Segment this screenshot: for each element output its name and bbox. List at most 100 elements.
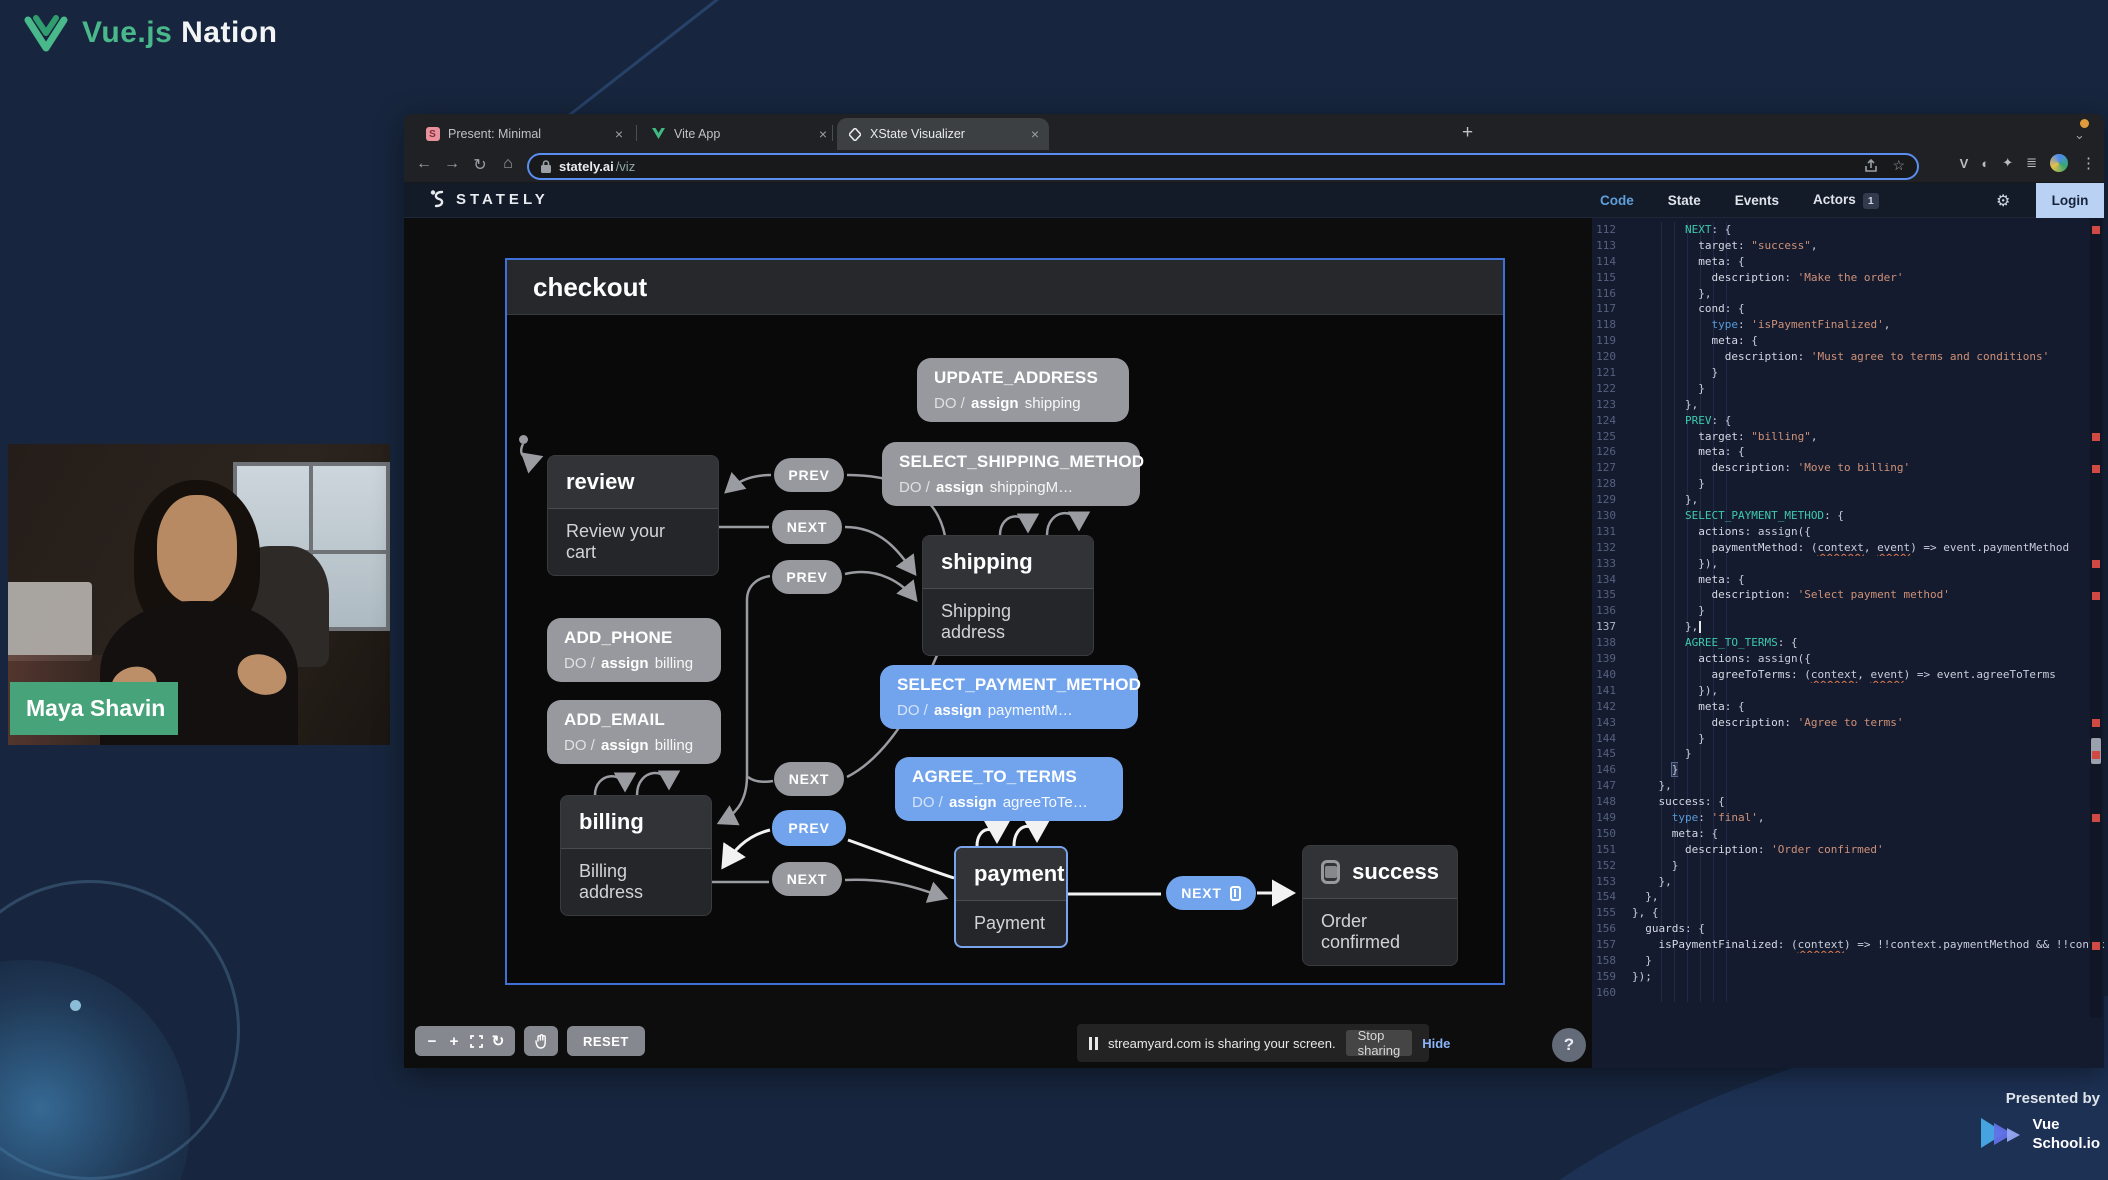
- share-message: streamyard.com is sharing your screen.: [1108, 1035, 1336, 1051]
- pill-prev-payment-to-billing[interactable]: PREV: [772, 810, 846, 846]
- brand-vue: Vue.js: [82, 16, 173, 49]
- event-add-email[interactable]: ADD_EMAIL DO / assign billing: [547, 700, 721, 764]
- do-label: DO /: [912, 794, 943, 811]
- pill-next-review-to-shipping[interactable]: NEXT: [772, 510, 842, 544]
- tab-state[interactable]: State: [1668, 193, 1701, 208]
- new-tab-button[interactable]: +: [1462, 122, 1473, 144]
- assign-label: assign: [601, 655, 649, 672]
- code-lines[interactable]: 112 NEXT: {113 target: "success", 114 met…: [1592, 222, 2104, 1001]
- url-path: /viz: [615, 159, 636, 174]
- actors-count-badge: 1: [1862, 193, 1879, 209]
- event-select-shipping-method[interactable]: SELECT_SHIPPING_METHOD DO / assign shipp…: [882, 442, 1145, 506]
- profile-avatar[interactable]: [2050, 154, 2068, 172]
- vue-devtools-icon[interactable]: V: [1960, 156, 1969, 171]
- code-line: 149 type: 'final',: [1596, 810, 1765, 824]
- code-line: 115 description: 'Make the order': [1596, 270, 1904, 284]
- stop-sharing-button[interactable]: Stop sharing: [1345, 1028, 1413, 1058]
- state-review[interactable]: review Review your cart: [547, 455, 719, 576]
- speaker-name-label: Maya Shavin: [10, 682, 178, 735]
- tab-code[interactable]: Code: [1600, 193, 1634, 208]
- bookmark-star-icon[interactable]: ☆: [1892, 157, 1905, 174]
- extension-icons: V ◐ ✦ ≣ ⋮: [1960, 154, 2096, 172]
- back-icon[interactable]: ←: [412, 155, 436, 173]
- speaker-face: [156, 495, 238, 604]
- zoom-out-button[interactable]: −: [421, 1026, 443, 1056]
- vue-school-logo-icon: [1980, 1117, 2023, 1151]
- reading-list-icon[interactable]: ≣: [2026, 155, 2037, 171]
- event-add-phone[interactable]: ADD_PHONE DO / assign billing: [547, 618, 721, 682]
- code-line: 131 actions: assign({: [1596, 524, 1811, 538]
- stately-nav: Code State Events Actors 1: [1600, 183, 1879, 218]
- reset-button[interactable]: RESET: [567, 1026, 645, 1056]
- tab-actors[interactable]: Actors 1: [1813, 192, 1879, 209]
- code-line: 159});: [1596, 969, 1652, 983]
- gear-icon[interactable]: ⚙: [1996, 191, 2010, 211]
- zoom-in-button[interactable]: +: [443, 1026, 465, 1056]
- browser-window: S Present: Minimal × Vite App × XState V…: [404, 114, 2104, 1068]
- event-name: SELECT_SHIPPING_METHOD: [899, 452, 1145, 471]
- event-name: SELECT_PAYMENT_METHOD: [897, 675, 1142, 694]
- tab-close-icon[interactable]: ×: [1023, 126, 1039, 142]
- reload-icon[interactable]: ↻: [468, 155, 492, 175]
- state-payment[interactable]: payment Payment: [954, 846, 1068, 948]
- assign-label: assign: [949, 794, 997, 811]
- pill-next-billing-to-payment[interactable]: NEXT: [772, 862, 842, 896]
- extension-icon[interactable]: ◐: [1981, 156, 1989, 171]
- machine-title-bar[interactable]: checkout: [507, 260, 1503, 315]
- tab-xstate-visualizer[interactable]: XState Visualizer ×: [837, 118, 1049, 150]
- code-line: 123 },: [1596, 397, 1699, 411]
- tab-vite-app[interactable]: Vite App ×: [641, 118, 837, 150]
- address-bar[interactable]: stately.ai /viz ☆: [527, 153, 1919, 180]
- code-line: 147 },: [1596, 779, 1672, 793]
- pan-hand-button[interactable]: [524, 1026, 558, 1056]
- share-icon[interactable]: [1864, 158, 1878, 173]
- browser-menu-icon[interactable]: ⋮: [2081, 154, 2096, 172]
- state-success[interactable]: success Order confirmed: [1302, 845, 1458, 966]
- event-agree-to-terms[interactable]: AGREE_TO_TERMS DO / assign agreeToTe…: [895, 757, 1123, 821]
- error-mark: [2092, 941, 2100, 950]
- stop-sharing-label: Stop sharing: [1357, 1028, 1401, 1058]
- pill-next-shipping-to-billing[interactable]: NEXT: [774, 762, 844, 796]
- tab-close-icon[interactable]: ×: [811, 126, 827, 142]
- slides-favicon: S: [425, 127, 440, 141]
- pill-label: NEXT: [788, 771, 830, 787]
- code-editor-panel[interactable]: 112 NEXT: {113 target: "success", 114 met…: [1592, 218, 2104, 1068]
- hide-toast-button[interactable]: Hide: [1422, 1036, 1450, 1051]
- brand-nation: Nation: [181, 16, 278, 49]
- pill-next-payment-to-success[interactable]: NEXT: [1166, 876, 1256, 910]
- stately-logo-text: STATELY: [456, 190, 549, 208]
- state-shipping[interactable]: shipping Shipping address: [922, 535, 1094, 656]
- tab-close-icon[interactable]: ×: [607, 126, 623, 142]
- help-button[interactable]: ?: [1552, 1028, 1586, 1062]
- diagram-canvas[interactable]: UPDATE_ADDRESS DO / assign shipping SELE…: [404, 218, 1592, 1068]
- editor-scrollbar[interactable]: [2090, 218, 2102, 1018]
- do-label: DO /: [934, 395, 965, 412]
- extension-icon[interactable]: ✦: [2002, 155, 2013, 171]
- chevron-down-icon[interactable]: ⌄: [2074, 127, 2085, 143]
- code-line: 160: [1596, 985, 1616, 999]
- pill-prev-shipping-to-review[interactable]: PREV: [774, 458, 844, 492]
- checkout-machine-container[interactable]: UPDATE_ADDRESS DO / assign shipping SELE…: [505, 258, 1505, 985]
- state-title: review: [548, 456, 718, 508]
- fit-view-button[interactable]: [465, 1026, 487, 1056]
- event-update-address[interactable]: UPDATE_ADDRESS DO / assign shipping: [917, 358, 1129, 422]
- state-billing[interactable]: billing Billing address: [560, 795, 712, 916]
- state-title: shipping: [923, 536, 1093, 588]
- tab-present-minimal[interactable]: S Present: Minimal ×: [415, 118, 633, 150]
- event-name: ADD_PHONE: [564, 628, 673, 647]
- tab-events[interactable]: Events: [1735, 193, 1779, 208]
- pill-prev-billing-to-shipping[interactable]: PREV: [772, 560, 842, 594]
- forward-icon[interactable]: →: [440, 155, 464, 173]
- stately-logo: STATELY: [428, 189, 549, 209]
- event-select-payment-method[interactable]: SELECT_PAYMENT_METHOD DO / assign paymen…: [880, 665, 1142, 729]
- webcam-shelf: [8, 582, 93, 661]
- error-mark: [2092, 718, 2100, 727]
- login-button[interactable]: Login: [2036, 183, 2104, 218]
- code-line: 156 guards: {: [1596, 922, 1705, 936]
- pill-label: NEXT: [786, 519, 828, 535]
- reset-zoom-button[interactable]: ↻: [487, 1026, 509, 1056]
- code-line: 133 }),: [1596, 556, 1719, 570]
- code-line: 152 }: [1596, 858, 1679, 872]
- canvas-controls: − + ↻ RESET: [415, 1026, 645, 1056]
- home-icon[interactable]: ⌂: [496, 155, 520, 173]
